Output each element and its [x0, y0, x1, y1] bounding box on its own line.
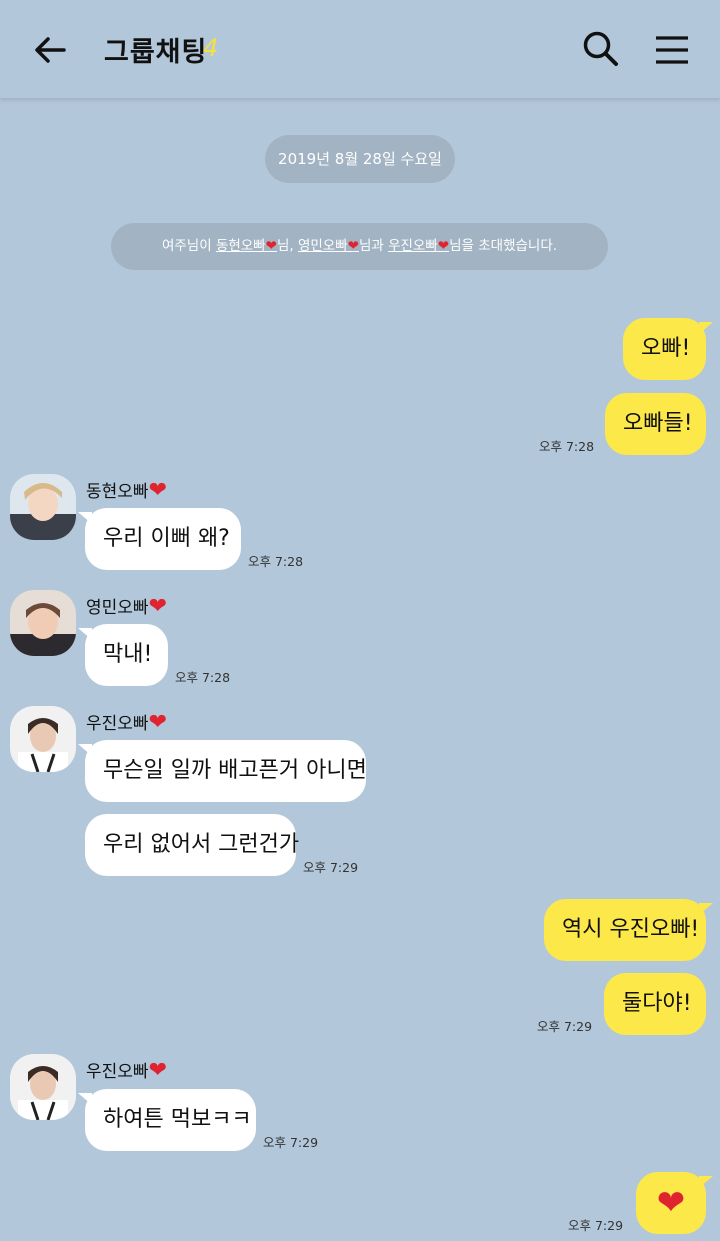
- their-message-bubble[interactable]: 우리 없어서 그런건가: [85, 814, 299, 876]
- heart-icon: ❤: [148, 1058, 167, 1083]
- my-message-bubble[interactable]: 오빠!: [623, 318, 713, 380]
- heart-icon: ❤: [265, 238, 277, 254]
- heart-icon: ❤: [656, 1183, 686, 1223]
- invite-notice: 여주님이 동현오빠❤님, 영민오빠❤님과 우진오빠❤님을 초대했습니다.: [111, 223, 608, 270]
- their-message-bubble[interactable]: 막내!: [78, 624, 168, 686]
- message-time: 오후 7:28: [248, 554, 304, 569]
- my-message-bubble[interactable]: 오빠들!: [605, 393, 706, 455]
- heart-icon: ❤: [437, 238, 450, 254]
- notice-name-1[interactable]: 동현오빠❤: [216, 238, 277, 254]
- avatar-youngmin[interactable]: [10, 590, 76, 656]
- message-time: 오후 7:29: [568, 1218, 624, 1233]
- sender-name-text: 우진오빠: [86, 714, 149, 734]
- date-divider: 2019년 8월 28일 수요일: [265, 135, 455, 183]
- message-time: 오후 7:29: [537, 1019, 593, 1034]
- my-message-bubble[interactable]: 역시 우진오빠!: [544, 899, 713, 961]
- notice-name-3-text: 우진오빠: [388, 238, 438, 254]
- message-time: 오후 7:28: [539, 439, 595, 454]
- sender-name: 영민오빠❤: [86, 593, 167, 619]
- avatar-woojin[interactable]: [10, 706, 76, 772]
- notice-name-1-text: 동현오빠: [215, 238, 266, 254]
- heart-icon: ❤: [347, 238, 359, 254]
- heart-icon: ❤: [148, 478, 167, 503]
- notice-name-3[interactable]: 우진오빠❤: [388, 238, 449, 254]
- sender-name: 우진오빠❤: [86, 1057, 167, 1083]
- hamburger-menu-icon[interactable]: [652, 30, 692, 70]
- avatar-donghyun[interactable]: [10, 474, 76, 540]
- my-message-bubble[interactable]: 둘다야!: [604, 973, 706, 1035]
- message-time: 오후 7:28: [175, 670, 231, 685]
- notice-prefix: 여주님이: [161, 238, 216, 254]
- their-message-bubble[interactable]: 무슨일 일까 배고픈거 아니면: [78, 740, 367, 802]
- chat-header: 그룹채팅 4: [0, 0, 720, 98]
- sender-name-text: 우진오빠: [86, 1062, 149, 1082]
- member-count: 4: [203, 34, 219, 62]
- notice-sep-1: 님,: [276, 238, 298, 254]
- sender-name-text: 동현오빠: [86, 482, 149, 502]
- chat-title: 그룹채팅: [104, 37, 208, 68]
- sender-name: 동현오빠❤: [86, 477, 167, 503]
- their-message-bubble[interactable]: 하여튼 먹보ㅋㅋ: [78, 1089, 256, 1151]
- notice-name-2[interactable]: 영민오빠❤: [298, 238, 359, 254]
- arrow-left-icon[interactable]: [30, 30, 70, 70]
- message-time: 오후 7:29: [303, 860, 359, 875]
- heart-icon: ❤: [148, 594, 167, 619]
- notice-name-2-text: 영민오빠: [297, 238, 348, 254]
- notice-sep-2: 님과: [358, 238, 389, 254]
- sender-name-text: 영민오빠: [86, 598, 149, 618]
- my-heart-bubble[interactable]: ❤: [636, 1172, 713, 1234]
- search-icon[interactable]: [580, 28, 622, 70]
- notice-suffix: 님을 초대했습니다.: [449, 238, 558, 254]
- message-time: 오후 7:29: [263, 1135, 319, 1150]
- sender-name: 우진오빠❤: [86, 709, 167, 735]
- their-message-bubble[interactable]: 우리 이뻐 왜?: [78, 508, 241, 570]
- avatar-woojin[interactable]: [10, 1054, 76, 1120]
- heart-icon: ❤: [148, 710, 167, 735]
